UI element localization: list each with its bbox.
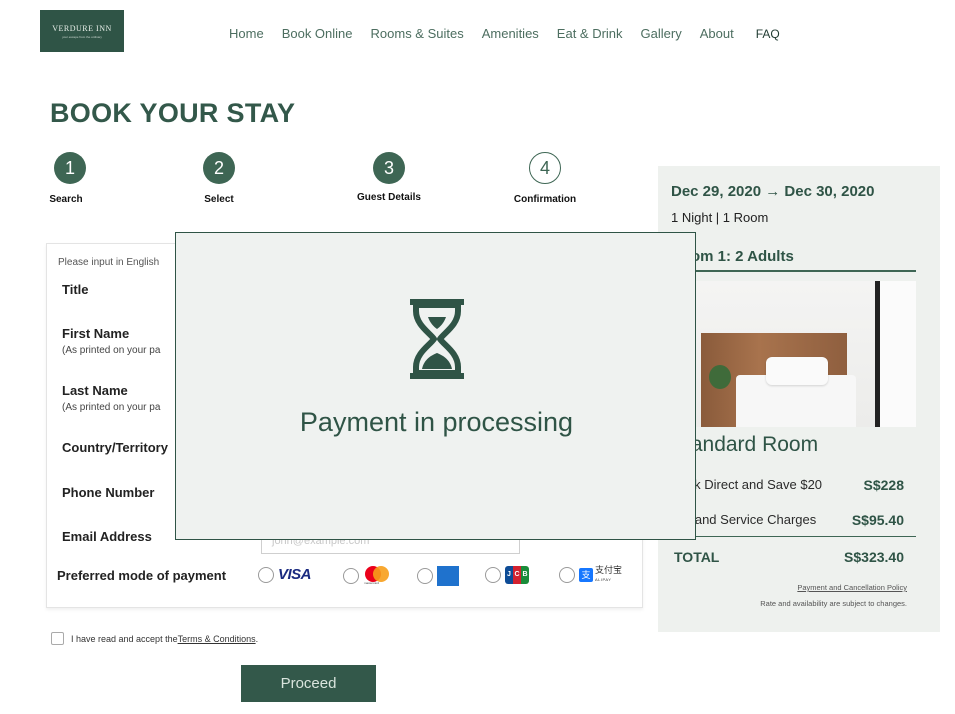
divider: [671, 536, 916, 537]
rate-line: Book Direct and Save $20 S$228: [671, 477, 916, 493]
tax-line: Tax and Service Charges S$95.40: [671, 512, 916, 528]
tax-price: S$95.40: [851, 512, 904, 528]
radio-button[interactable]: [485, 567, 501, 583]
stay-dates: Dec 29, 2020 → Dec 30, 2020: [671, 183, 875, 200]
nav-amenities[interactable]: Amenities: [482, 26, 539, 41]
terms-suffix: .: [255, 633, 259, 644]
main-nav: Home Book Online Rooms & Suites Amenitie…: [229, 26, 780, 41]
step-confirmation: 4 Confirmation: [485, 152, 605, 205]
step-label: Select: [204, 194, 234, 205]
form-note: Please input in English: [58, 257, 160, 268]
step-label: Search: [49, 194, 83, 205]
nav-gallery[interactable]: Gallery: [641, 26, 682, 41]
nav-home[interactable]: Home: [229, 26, 264, 41]
rate-price: S$228: [863, 477, 904, 493]
visa-logo: VISA: [278, 566, 312, 583]
last-name-label: Last Name: [62, 383, 128, 398]
alipay-text: 支付宝: [595, 565, 623, 575]
terms-link[interactable]: Terms & Conditions: [178, 634, 256, 644]
brand-name: VERDURE INN: [52, 23, 112, 33]
step-number: 3: [373, 152, 405, 184]
country-label: Country/Territory: [62, 440, 168, 455]
total-row: TOTAL S$323.40: [674, 549, 904, 565]
payment-mode-label: Preferred mode of payment: [57, 568, 227, 583]
hourglass-icon: [410, 299, 464, 379]
proceed-button[interactable]: Proceed: [241, 665, 376, 702]
payment-option-visa[interactable]: VISA: [258, 566, 312, 583]
first-name-label: First Name: [62, 326, 130, 341]
step-number: 2: [203, 152, 235, 184]
payment-option-jcb[interactable]: JCB: [485, 566, 529, 584]
terms-prefix: I have read and accept the: [71, 633, 178, 644]
step-label: Confirmation: [513, 194, 577, 205]
amex-logo: [437, 566, 459, 586]
title-label: Title: [62, 282, 89, 297]
availability-note: Rate and availability are subject to cha…: [760, 599, 907, 608]
radio-button[interactable]: [417, 568, 433, 584]
radio-button[interactable]: [258, 566, 274, 583]
first-name-hint: (As printed on your pa: [62, 345, 161, 356]
terms-row: I have read and accept the Terms & Condi…: [51, 632, 258, 645]
jcb-logo: JCB: [505, 566, 529, 584]
stay-nights: 1 Night | 1 Room: [671, 210, 769, 225]
payment-option-amex[interactable]: [417, 566, 459, 586]
booking-page: VERDURE INN your escape from the ordinar…: [0, 0, 955, 714]
step-number: 4: [529, 152, 561, 184]
processing-message: Payment in processing: [299, 407, 574, 437]
nav-faq[interactable]: FAQ: [756, 26, 780, 41]
last-name-hint: (As printed on your pa: [62, 402, 161, 413]
brand-tagline: your escape from the ordinary: [62, 34, 102, 39]
payment-option-mastercard[interactable]: mastercard: [343, 566, 391, 586]
total-price: S$323.40: [844, 549, 904, 565]
email-label: Email Address: [62, 529, 152, 544]
room-photo: [671, 281, 916, 427]
brand-logo[interactable]: VERDURE INN your escape from the ordinar…: [40, 10, 124, 52]
mastercard-logo: mastercard: [363, 566, 391, 586]
page-title: BOOK YOUR STAY: [50, 98, 296, 128]
step-search: 1 Search: [10, 152, 130, 205]
nav-about[interactable]: About: [700, 26, 734, 41]
divider: [671, 270, 916, 272]
phone-label: Phone Number: [62, 485, 155, 500]
step-number: 1: [54, 152, 86, 184]
total-label: TOTAL: [674, 549, 720, 565]
policy-link[interactable]: Payment and Cancellation Policy: [797, 583, 907, 592]
nav-eat-drink[interactable]: Eat & Drink: [557, 26, 623, 41]
step-guest-details: 3 Guest Details: [329, 152, 449, 203]
terms-checkbox[interactable]: [51, 632, 64, 645]
nav-book-online[interactable]: Book Online: [282, 26, 353, 41]
radio-button[interactable]: [559, 567, 575, 583]
nav-rooms-suites[interactable]: Rooms & Suites: [371, 26, 464, 41]
payment-processing-modal: Payment in processing: [175, 232, 696, 540]
step-label: Guest Details: [357, 192, 421, 203]
step-select: 2 Select: [159, 152, 279, 205]
payment-option-alipay[interactable]: 支 支付宝 ALIPAY: [559, 566, 622, 584]
alipay-sub: ALIPAY: [595, 577, 612, 582]
radio-button[interactable]: [343, 568, 359, 584]
alipay-logo: 支 支付宝 ALIPAY: [579, 566, 622, 584]
mastercard-caption: mastercard: [364, 581, 380, 585]
